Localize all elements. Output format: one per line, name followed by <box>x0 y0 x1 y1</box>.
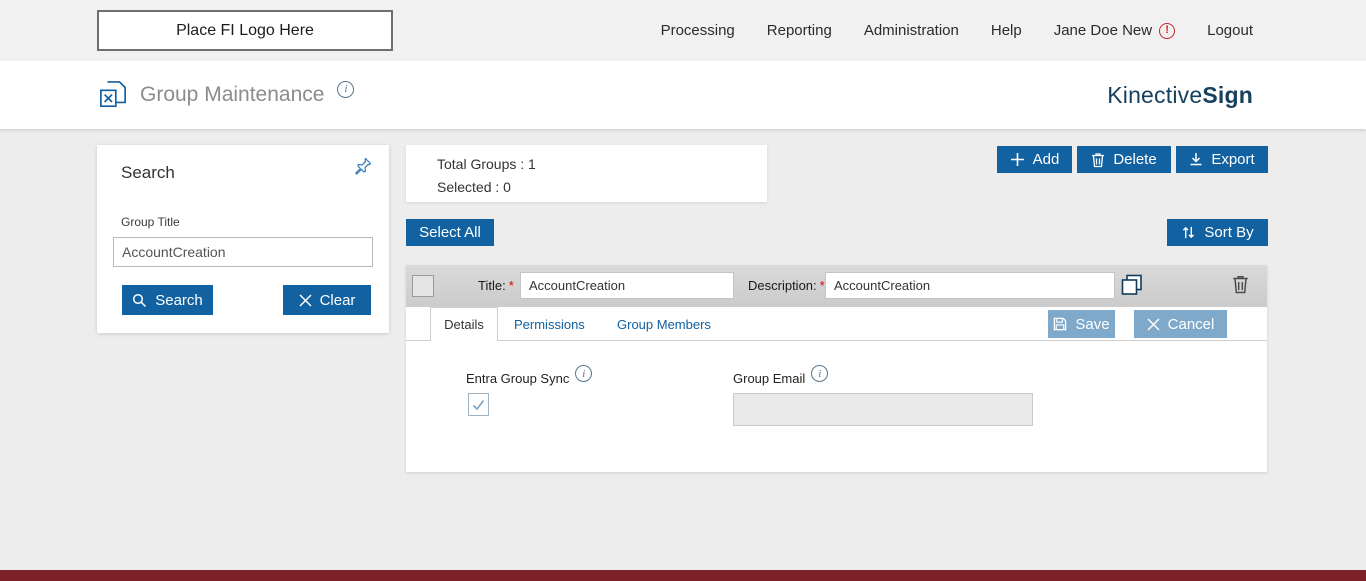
delete-button[interactable]: Delete <box>1077 146 1171 173</box>
save-button-label: Save <box>1075 316 1109 333</box>
tab-bar: Details Permissions Group Members Save <box>406 307 1267 341</box>
checkmark-icon <box>472 399 485 411</box>
title-label-text: Title: <box>478 278 506 293</box>
page: Place FI Logo Here Processing Reporting … <box>0 0 1366 581</box>
entra-group-sync-checkbox[interactable] <box>468 393 489 416</box>
selected-count-text: Selected : 0 <box>437 179 511 195</box>
nav-logout[interactable]: Logout <box>1207 22 1253 39</box>
nav-processing[interactable]: Processing <box>661 22 735 39</box>
nav-reporting[interactable]: Reporting <box>767 22 832 39</box>
sort-by-button[interactable]: Sort By <box>1167 219 1268 246</box>
row-select-checkbox[interactable] <box>412 275 434 297</box>
entra-group-sync-label: Entra Group Sync i <box>466 371 592 388</box>
tab-details[interactable]: Details <box>430 307 498 341</box>
delete-button-label: Delete <box>1113 151 1156 168</box>
logo-placeholder: Place FI Logo Here <box>97 10 393 51</box>
top-nav: Processing Reporting Administration Help… <box>661 0 1253 61</box>
title-input[interactable] <box>520 272 734 299</box>
alert-icon: ! <box>1159 23 1175 39</box>
info-icon[interactable]: i <box>337 81 354 98</box>
search-button[interactable]: Search <box>122 285 213 315</box>
copy-icon <box>1120 273 1144 297</box>
brand-logo: Kinective Sign <box>1107 61 1253 129</box>
brand-name: Kinective <box>1107 82 1202 109</box>
details-tab-panel: Entra Group Sync i Group Email i <box>406 341 1267 472</box>
clear-button-label: Clear <box>320 292 356 309</box>
description-input[interactable] <box>825 272 1115 299</box>
delete-row-button[interactable] <box>1232 274 1249 297</box>
save-button[interactable]: Save <box>1048 310 1115 338</box>
group-row: Title:* Description:* <box>406 265 1267 307</box>
search-panel-title: Search <box>121 163 175 183</box>
cancel-button-label: Cancel <box>1168 316 1215 333</box>
brand-product: Sign <box>1202 82 1253 109</box>
tab-group-members[interactable]: Group Members <box>617 307 711 341</box>
add-button[interactable]: Add <box>997 146 1072 173</box>
copy-group-button[interactable] <box>1120 273 1144 300</box>
entra-info-icon[interactable]: i <box>575 365 592 382</box>
module-header: Group Maintenance i <box>99 61 354 129</box>
top-bar: Place FI Logo Here Processing Reporting … <box>0 0 1366 61</box>
nav-help[interactable]: Help <box>991 22 1022 39</box>
group-email-label: Group Email i <box>733 371 828 388</box>
logo-placeholder-text: Place FI Logo Here <box>176 22 314 40</box>
description-field-label: Description:* <box>748 278 825 293</box>
entra-group-sync-label-text: Entra Group Sync <box>466 371 569 386</box>
download-icon <box>1189 152 1203 167</box>
group-title-label: Group Title <box>121 215 180 229</box>
tab-permissions[interactable]: Permissions <box>514 307 585 341</box>
plus-icon <box>1010 152 1025 167</box>
select-all-button-label: Select All <box>419 224 481 241</box>
export-button[interactable]: Export <box>1176 146 1268 173</box>
select-all-button[interactable]: Select All <box>406 219 494 246</box>
app-header: Group Maintenance i Kinective Sign <box>0 61 1366 129</box>
title-required-mark: * <box>509 278 514 293</box>
search-panel: Search Group Title Search Clear <box>97 145 389 333</box>
title-field-label: Title:* <box>478 278 514 293</box>
nav-user-menu[interactable]: Jane Doe New ! <box>1054 22 1175 39</box>
group-email-info-icon[interactable]: i <box>811 365 828 382</box>
search-icon <box>132 293 147 308</box>
clear-button[interactable]: Clear <box>283 285 371 315</box>
description-required-mark: * <box>820 278 825 293</box>
total-groups-text: Total Groups : 1 <box>437 156 536 172</box>
group-email-label-text: Group Email <box>733 371 805 386</box>
description-label-text: Description: <box>748 278 817 293</box>
clear-icon <box>299 294 312 307</box>
save-icon <box>1053 317 1067 331</box>
sort-arrows-icon <box>1181 225 1196 240</box>
summary-panel: Total Groups : 1 Selected : 0 <box>406 145 767 202</box>
row-trash-icon <box>1232 274 1249 294</box>
group-maintenance-icon <box>99 80 127 110</box>
sort-by-button-label: Sort By <box>1204 224 1253 241</box>
group-title-input[interactable] <box>113 237 373 267</box>
pin-icon[interactable] <box>353 156 373 179</box>
nav-administration[interactable]: Administration <box>864 22 959 39</box>
search-button-label: Search <box>155 292 203 309</box>
footer-bar <box>0 570 1366 581</box>
trash-icon <box>1091 152 1105 168</box>
cancel-button[interactable]: Cancel <box>1134 310 1227 338</box>
cancel-icon <box>1147 318 1160 331</box>
group-record-card: Title:* Description:* <box>406 265 1267 472</box>
page-title: Group Maintenance <box>140 83 324 107</box>
add-button-label: Add <box>1033 151 1060 168</box>
export-button-label: Export <box>1211 151 1254 168</box>
group-email-input <box>733 393 1033 426</box>
user-name: Jane Doe New <box>1054 22 1152 39</box>
